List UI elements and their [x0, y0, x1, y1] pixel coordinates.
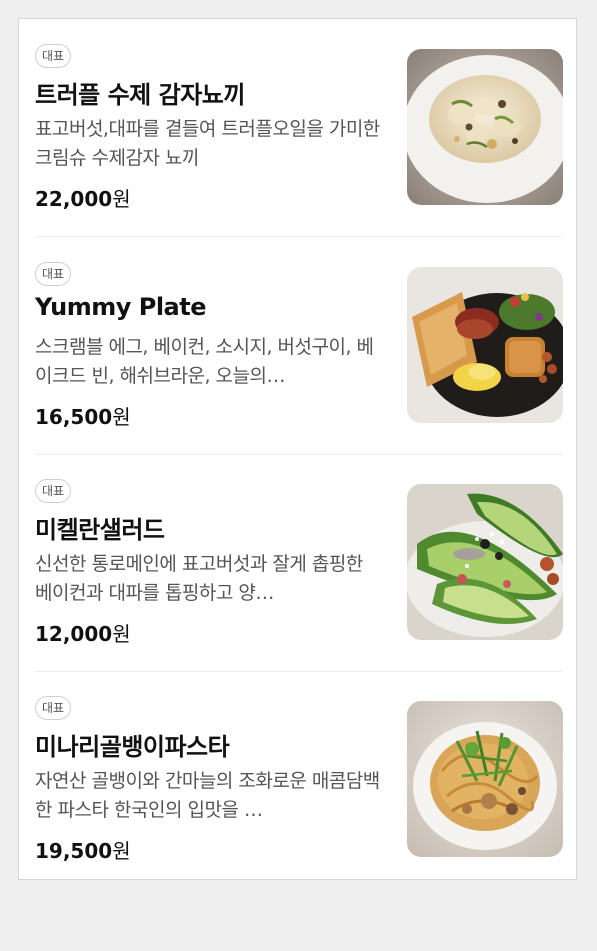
menu-item-name: Yummy Plate — [35, 293, 207, 321]
menu-item-price: 19,500원 — [35, 835, 131, 864]
menu-item-name: 미나리골뱅이파스타 — [35, 733, 230, 761]
price-currency: 원 — [112, 405, 131, 429]
menu-item-description: 스크램블 에그, 베이컨, 소시지, 버섯구이, 베이크드 빈, 해쉬브라운, … — [35, 336, 374, 387]
menu-item[interactable]: 대표 Yummy Plate 스크램블 에그, 베이컨, 소시지, 버섯구이, … — [35, 237, 563, 455]
menu-item-price: 22,000원 — [35, 183, 131, 212]
signature-badge: 대표 — [35, 262, 72, 286]
salad-photo[interactable] — [407, 484, 563, 640]
signature-badge: 대표 — [35, 479, 72, 503]
price-currency: 원 — [112, 839, 131, 863]
signature-badge: 대표 — [35, 44, 72, 68]
price-value: 19,500 — [35, 839, 113, 863]
menu-item-name: 미켈란샐러드 — [35, 516, 165, 544]
price-currency: 원 — [112, 187, 131, 211]
menu-card: 대표 트러플 수제 감자뇨끼 표고버섯,대파를 곁들여 트러플오일을 가미한 크… — [18, 18, 577, 880]
menu-item-description: 자연산 골뱅이와 간마늘의 조화로운 매콤담백한 파스타 한국인의 입맛을 … — [35, 770, 380, 821]
price-value: 12,000 — [35, 622, 113, 646]
menu-item-description: 표고버섯,대파를 곁들여 트러플오일을 가미한 크림슈 수제감자 뇨끼 — [35, 118, 380, 169]
menu-item[interactable]: 대표 미켈란샐러드 신선한 통로메인에 표고버섯과 잘게 촙핑한 베이컨과 대파… — [35, 454, 563, 672]
menu-item-name: 트러플 수제 감자뇨끼 — [35, 81, 245, 109]
price-value: 22,000 — [35, 187, 113, 211]
menu-item-price: 12,000원 — [35, 618, 131, 647]
price-currency: 원 — [112, 622, 131, 646]
pasta-photo[interactable] — [407, 701, 563, 857]
price-value: 16,500 — [35, 405, 113, 429]
menu-item-price: 16,500원 — [35, 401, 131, 430]
menu-item-description: 신선한 통로메인에 표고버섯과 잘게 촙핑한 베이컨과 대파를 톱핑하고 양… — [35, 553, 363, 604]
breakfast-plate-photo[interactable] — [407, 267, 563, 423]
menu-item[interactable]: 대표 트러플 수제 감자뇨끼 표고버섯,대파를 곁들여 트러플오일을 가미한 크… — [35, 19, 563, 237]
gnocchi-photo[interactable] — [407, 49, 563, 205]
signature-badge: 대표 — [35, 696, 72, 720]
menu-item[interactable]: 대표 미나리골뱅이파스타 자연산 골뱅이와 간마늘의 조화로운 매콤담백한 파스… — [35, 671, 563, 889]
